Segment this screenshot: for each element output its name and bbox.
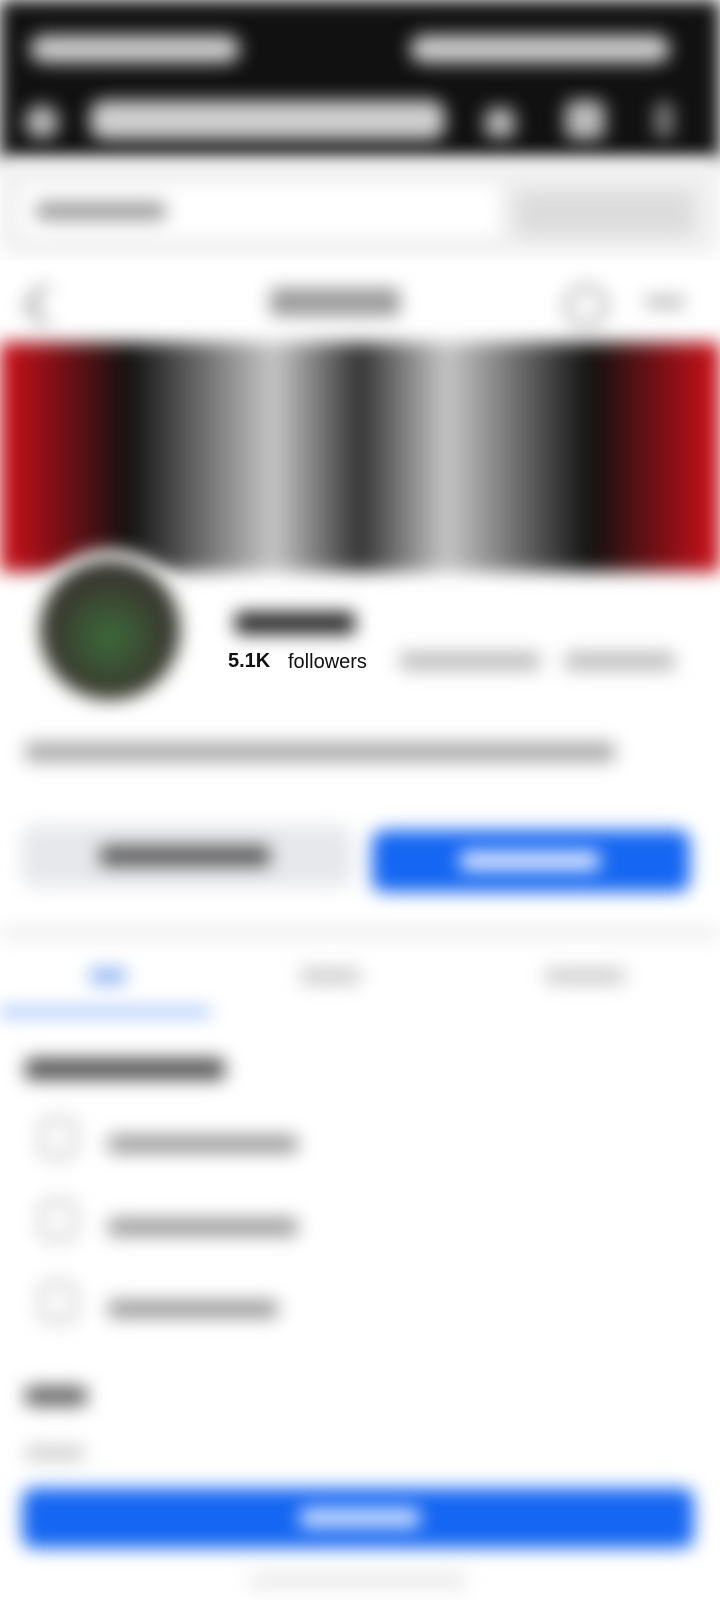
link-icon [40,1282,76,1322]
cover-photo[interactable] [0,342,720,572]
tab-photos[interactable] [545,968,625,984]
open-app-button-label [300,1508,420,1528]
following-stat[interactable] [400,652,540,670]
details-heading [25,1058,225,1080]
home-icon[interactable] [25,105,59,139]
followers-count[interactable]: 5.1K [228,650,270,673]
page-title [270,288,400,316]
info-icon [40,1118,76,1158]
info-icon [40,1200,76,1240]
more-subtext [25,1446,85,1460]
detail-item [108,1218,298,1236]
more-heading [25,1386,87,1406]
detail-item [108,1135,298,1153]
section-divider [0,928,720,938]
more-icon[interactable] [645,297,685,307]
active-tab-indicator [0,1010,210,1014]
avatar-image [40,560,180,700]
follow-button-label [460,851,600,871]
search-icon[interactable] [565,285,607,327]
browser-menu-icon[interactable] [655,102,673,138]
tab-all[interactable] [90,968,126,984]
bottom-link[interactable] [248,1575,468,1587]
tabs-icon[interactable] [565,100,605,140]
followers-label[interactable]: followers [288,651,367,674]
profile-name [235,612,355,634]
site-banner-text [36,202,166,220]
tab-posts[interactable] [300,968,360,984]
detail-item[interactable] [108,1300,278,1318]
open-app-top-button[interactable] [515,190,695,236]
status-bar-right [410,35,670,63]
likes-stat[interactable] [565,652,675,670]
message-button-label [100,846,270,866]
profile-info-row [25,742,615,762]
address-bar[interactable] [90,100,445,140]
new-tab-icon[interactable] [485,108,515,138]
status-bar-left [30,35,240,63]
